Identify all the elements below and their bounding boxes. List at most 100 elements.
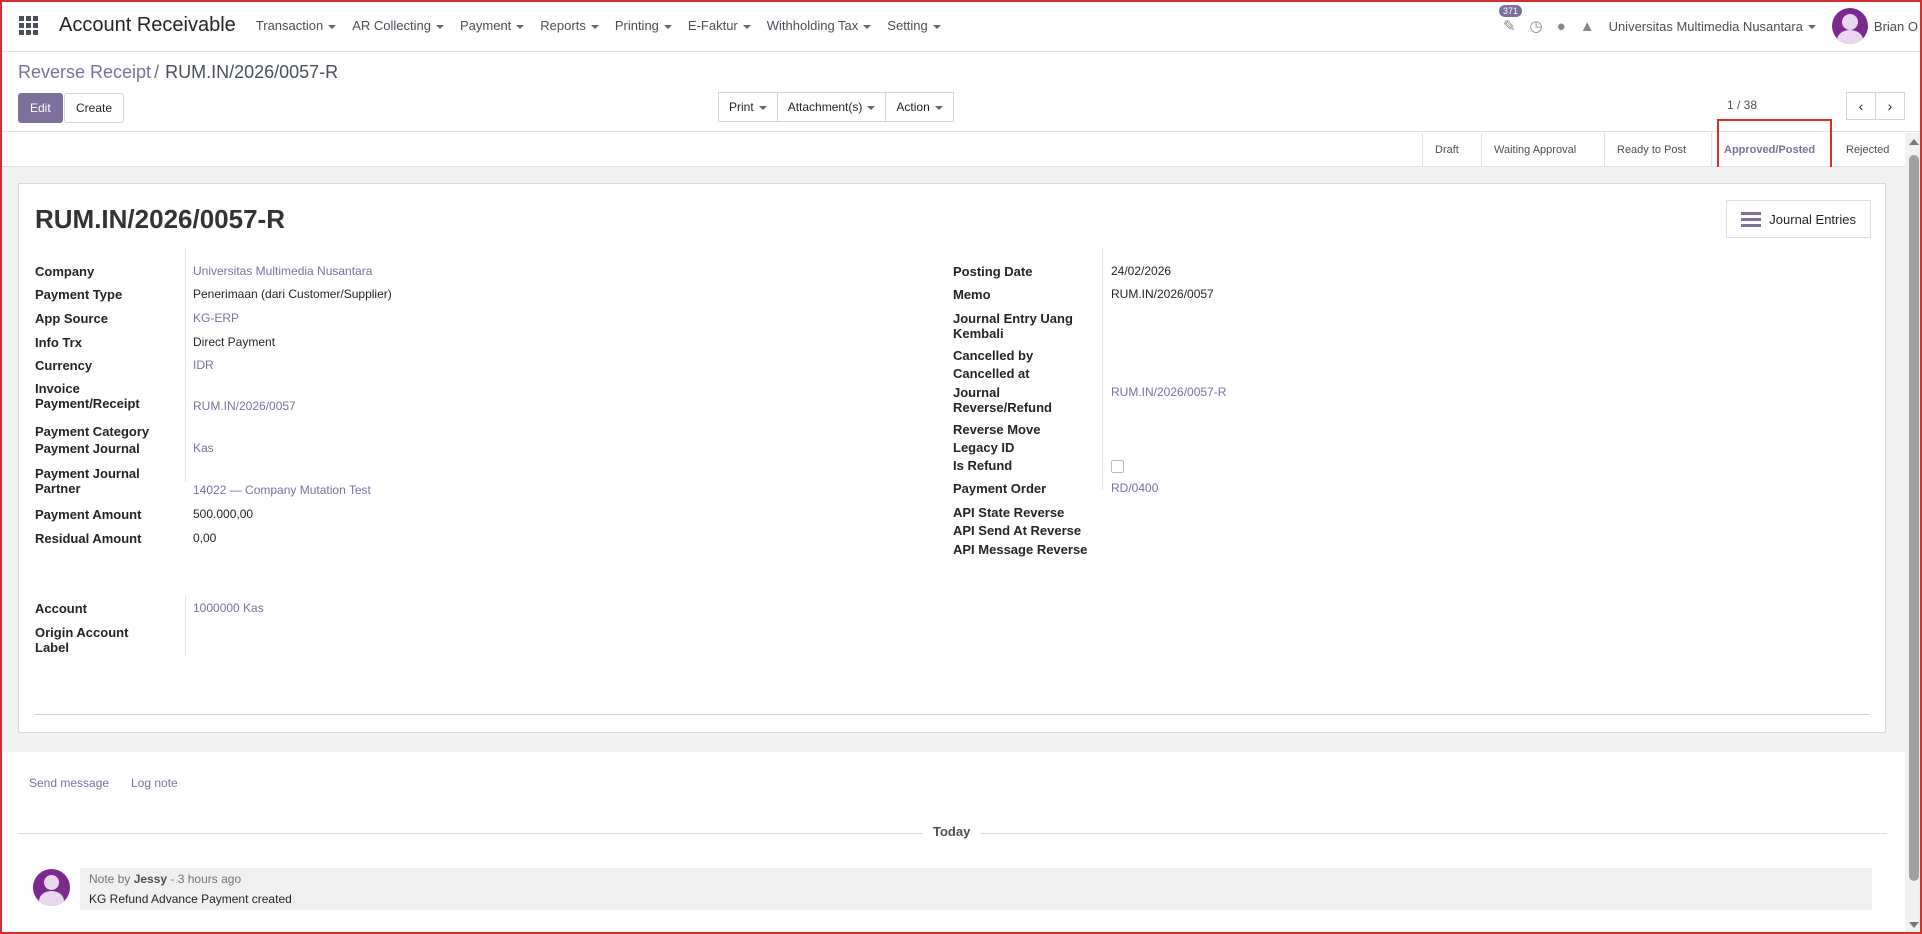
create-button[interactable]: Create	[64, 93, 125, 123]
field-value-payment-journal-partner[interactable]: 14022 — Company Mutation Test	[193, 483, 371, 498]
field-label-memo: Memo	[953, 287, 991, 302]
attachments-label: Attachment(s)	[787, 100, 863, 114]
field-label-account: Account	[35, 601, 87, 616]
clock-icon[interactable]: ◷	[1530, 17, 1543, 35]
company-switcher[interactable]: Universitas Multimedia Nusantara	[1609, 19, 1816, 34]
user-avatar[interactable]	[1831, 8, 1868, 44]
caret-down-icon	[863, 24, 872, 29]
top-navbar: Account Receivable Transaction AR Collec…	[0, 0, 1922, 52]
field-label-api-send-at-reverse: API Send At Reverse	[953, 523, 1082, 538]
caret-down-icon	[663, 24, 672, 29]
pager-previous-icon[interactable]: ‹	[1846, 92, 1876, 120]
action-button-group: Print Attachment(s) Action	[718, 92, 954, 122]
message-author-avatar[interactable]	[33, 869, 70, 906]
field-label-app-source: App Source	[35, 311, 108, 326]
menu-label: Printing	[614, 18, 659, 33]
message-body: KG Refund Advance Payment created	[89, 892, 292, 906]
field-value-payment-order[interactable]: RD/0400	[1111, 481, 1158, 496]
is-refund-checkbox[interactable]	[1111, 460, 1124, 473]
sheet-separator	[35, 714, 1869, 715]
scrollbar-thumb[interactable]	[1909, 155, 1919, 881]
field-value-currency[interactable]: IDR	[193, 358, 214, 373]
field-value-invoice-payment-receipt[interactable]: RUM.IN/2026/0057	[193, 399, 296, 414]
field-label-payment-journal: Payment Journal	[35, 441, 140, 456]
record-title: RUM.IN/2026/0057-R	[35, 204, 285, 234]
field-label-journal-reverse-refund: Journal Reverse/Refund	[953, 385, 1052, 415]
field-label-payment-type: Payment Type	[35, 287, 123, 302]
edit-button[interactable]: Edit	[18, 93, 63, 123]
field-value-account[interactable]: 1000000 Kas	[193, 601, 264, 616]
menu-label: Setting	[887, 18, 928, 33]
menu-transaction[interactable]: Transaction	[255, 18, 337, 33]
scroll-down-icon[interactable]	[1909, 922, 1919, 928]
field-label-api-state-reverse: API State Reverse	[953, 505, 1065, 520]
field-label-api-message-reverse: API Message Reverse	[953, 542, 1088, 557]
vertical-scrollbar[interactable]	[1905, 133, 1922, 934]
app-title[interactable]: Account Receivable	[59, 14, 236, 37]
send-message-button[interactable]: Send message	[29, 776, 109, 790]
list-icon	[1741, 209, 1762, 230]
stage-ready-to-post[interactable]: Ready to Post	[1604, 133, 1698, 167]
field-value-residual-amount: 0,00	[193, 531, 217, 545]
breadcrumb-separator: /	[154, 62, 160, 82]
action-dropdown[interactable]: Action	[885, 92, 954, 122]
field-label-invoice-payment-receipt: Invoice Payment/Receipt	[35, 381, 140, 411]
field-label-cancelled-at: Cancelled at	[953, 366, 1030, 381]
menu-e-faktur[interactable]: E-Faktur	[688, 18, 751, 33]
message-author[interactable]: Jessy	[134, 872, 167, 886]
field-value-payment-amount: 500.000,00	[193, 507, 254, 521]
field-value-app-source[interactable]: KG-ERP	[193, 311, 239, 326]
caret-down-icon	[867, 105, 876, 110]
stage-draft[interactable]: Draft	[1422, 133, 1471, 167]
field-label-posting-date: Posting Date	[953, 264, 1033, 279]
caret-down-icon	[328, 24, 337, 29]
form-sheet: RUM.IN/2026/0057-R Journal Entries Compa…	[18, 183, 1886, 733]
field-label-company: Company	[35, 264, 95, 279]
menu-label: Transaction	[255, 18, 324, 33]
date-separator: Today	[923, 824, 981, 839]
apps-grid-icon[interactable]	[17, 15, 39, 37]
field-divider	[1102, 248, 1103, 490]
field-label-payment-order: Payment Order	[953, 481, 1047, 496]
field-value-payment-journal[interactable]: Kas	[193, 441, 214, 456]
field-value-company[interactable]: Universitas Multimedia Nusantara	[193, 264, 372, 279]
field-label-payment-journal-partner: Payment Journal Partner	[35, 466, 140, 496]
caret-down-icon	[1807, 25, 1816, 30]
field-value-info-trx: Direct Payment	[193, 335, 276, 349]
journal-entries-button[interactable]: Journal Entries	[1726, 200, 1871, 238]
field-label-reverse-move: Reverse Move	[953, 422, 1041, 437]
print-label: Print	[729, 100, 754, 114]
menu-label: E-Faktur	[687, 18, 738, 33]
breadcrumb: Reverse Receipt / RUM.IN/2026/0057-R	[18, 62, 338, 83]
caret-down-icon	[934, 105, 943, 110]
print-dropdown[interactable]: Print	[718, 92, 778, 122]
menu-ar-collecting[interactable]: AR Collecting	[352, 18, 444, 33]
menu-setting[interactable]: Setting	[887, 18, 941, 33]
action-label: Action	[896, 100, 930, 114]
field-divider	[185, 596, 186, 656]
field-label-cancelled-by: Cancelled by	[953, 348, 1034, 363]
stage-waiting-approval[interactable]: Waiting Approval	[1481, 133, 1588, 167]
pager-value[interactable]: 1 / 38	[1727, 98, 1757, 112]
message-header: Note by Jessy - 3 hours ago	[89, 872, 241, 886]
chat-icon[interactable]: ●	[1557, 18, 1566, 35]
menu-withholding-tax[interactable]: Withholding Tax	[767, 18, 872, 33]
field-divider	[185, 248, 186, 482]
main-menu: Transaction AR Collecting Payment Report…	[256, 18, 957, 33]
menu-printing[interactable]: Printing	[615, 18, 672, 33]
stage-rejected[interactable]: Rejected	[1834, 133, 1901, 167]
user-name[interactable]: Brian O	[1874, 19, 1918, 34]
attachments-dropdown[interactable]: Attachment(s)	[776, 92, 887, 122]
form-view: RUM.IN/2026/0057-R Journal Entries Compa…	[0, 167, 1905, 752]
bell-icon[interactable]: ▲	[1580, 18, 1595, 35]
activity-edit-icon[interactable]: ✎ 371	[1498, 5, 1522, 35]
log-note-button[interactable]: Log note	[131, 776, 178, 790]
menu-payment[interactable]: Payment	[460, 18, 525, 33]
menu-reports[interactable]: Reports	[540, 18, 599, 33]
caret-down-icon	[435, 24, 444, 29]
pager-next-icon[interactable]: ›	[1875, 92, 1905, 120]
field-value-journal-reverse-refund[interactable]: RUM.IN/2026/0057-R	[1111, 385, 1226, 400]
scroll-up-icon[interactable]	[1909, 139, 1919, 145]
field-label-residual-amount: Residual Amount	[35, 531, 142, 546]
breadcrumb-parent[interactable]: Reverse Receipt	[18, 62, 151, 82]
